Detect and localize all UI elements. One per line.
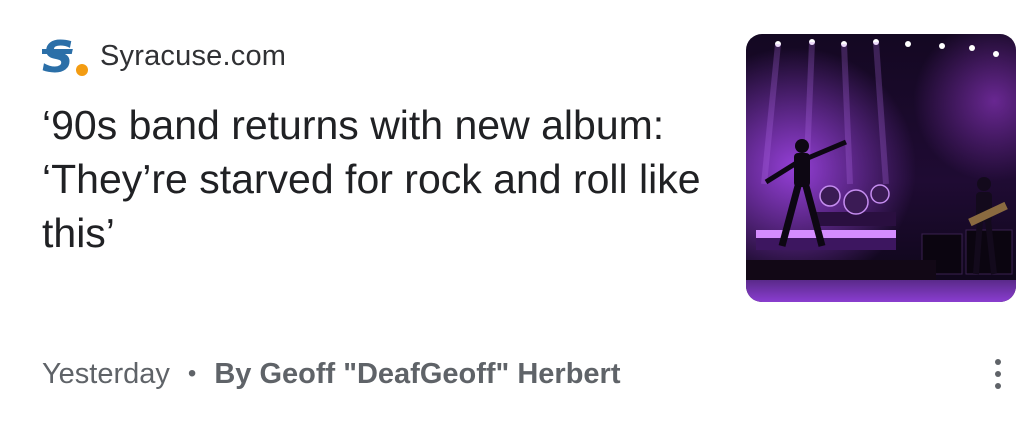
author-byline: By Geoff "DeafGeoff" Herbert [214,357,621,390]
article-thumbnail[interactable] [746,34,1016,302]
publish-time: Yesterday [42,357,170,390]
more-options-button[interactable] [978,352,1018,396]
more-vert-icon-dot [995,359,1001,365]
news-card[interactable]: S Syracuse.com ‘90s band returns with ne… [0,0,1024,432]
publisher-row[interactable]: S Syracuse.com [42,34,286,78]
more-vert-icon-dot [995,371,1001,377]
article-headline[interactable]: ‘90s band returns with new album: ‘They’… [42,98,722,260]
concert-photo-icon [746,34,1016,302]
meta-separator: • [187,360,197,387]
publisher-name: Syracuse.com [100,39,287,72]
syracuse-logo-icon: S [42,34,88,78]
more-vert-icon-dot [995,383,1001,389]
svg-text:S: S [42,34,74,78]
article-meta: Yesterday • By Geoff "DeafGeoff" Herbert [42,352,621,396]
